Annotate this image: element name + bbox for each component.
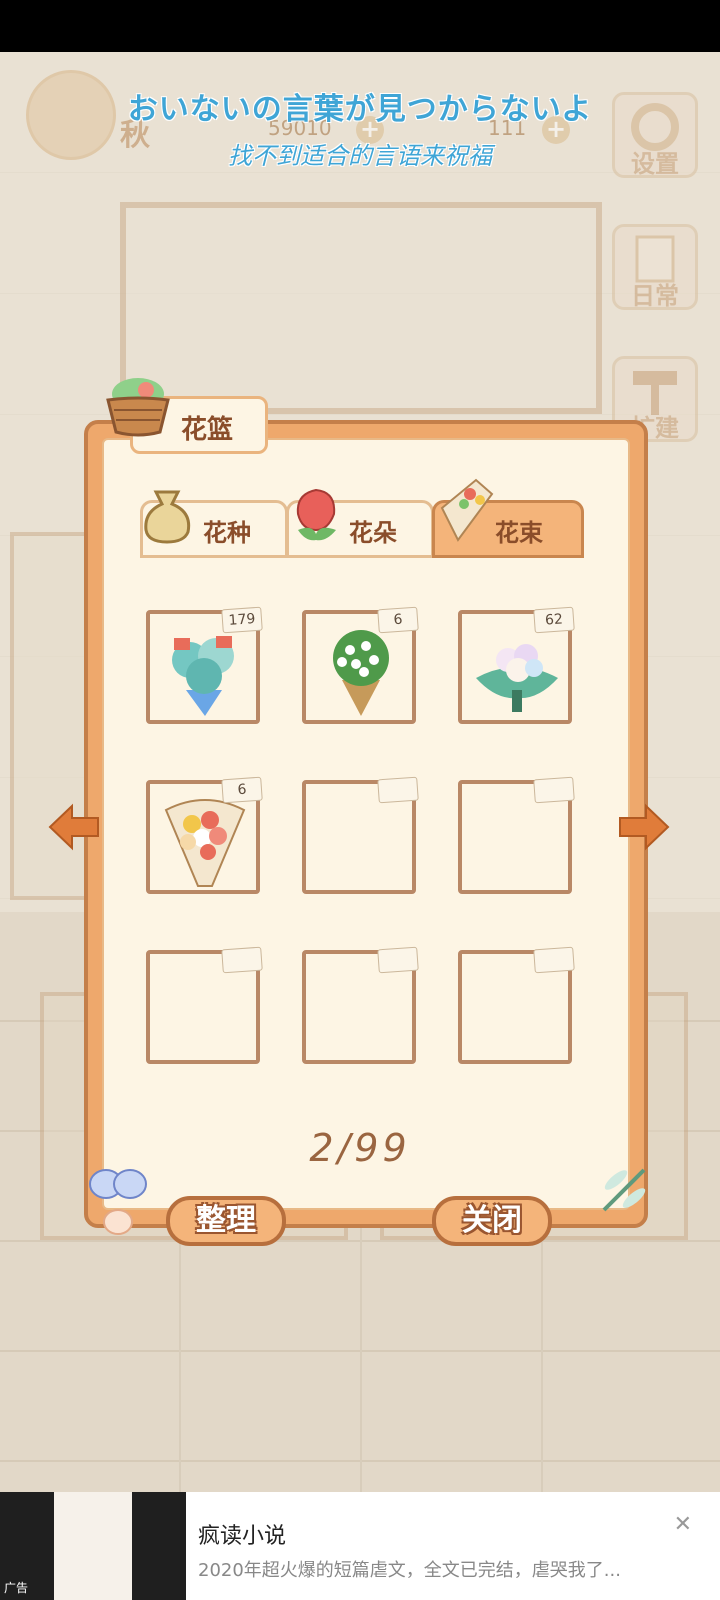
next-page-arrow-icon[interactable]	[614, 800, 674, 854]
butterfly-icon	[89, 1169, 147, 1235]
inventory-slot[interactable]: 6	[146, 776, 263, 894]
item-count	[377, 776, 419, 804]
mixed-rose-bouquet-icon	[164, 799, 246, 887]
white-green-bouquet-icon	[333, 630, 389, 716]
inventory-slot-empty[interactable]	[458, 776, 575, 894]
ad-tag: 广告	[4, 1581, 29, 1595]
inventory-slot-empty[interactable]	[302, 776, 419, 894]
inventory-slot[interactable]: 179	[146, 606, 263, 724]
close-button[interactable]: 关闭	[432, 1196, 552, 1246]
tab-seeds-label: 花种	[203, 519, 251, 547]
inventory-slot-empty[interactable]	[146, 946, 263, 1064]
item-count	[221, 946, 263, 974]
status-bar	[0, 0, 720, 52]
ad-close-icon[interactable]: ✕	[674, 1512, 692, 1537]
ad-description[interactable]: 2020年超火爆的短篇虐文，全文已完结，虐哭我了...	[198, 1556, 621, 1582]
ad-thumbnail-card	[54, 1492, 132, 1600]
sort-button-label: 整理	[196, 1203, 256, 1238]
panel-title: 花篮	[181, 415, 234, 445]
subtitle-chinese: 找不到适合的言语来祝福	[228, 142, 492, 170]
bouquet-icon	[440, 478, 494, 542]
ad-banner[interactable]: 广告 疯读小说 2020年超火爆的短篇虐文，全文已完结，虐哭我了... ✕	[0, 1492, 720, 1600]
inventory-slot[interactable]: 62	[458, 606, 575, 724]
background-shelf	[120, 202, 602, 414]
basket-icon	[106, 378, 170, 437]
inventory-slot-empty[interactable]	[302, 946, 419, 1064]
item-count: 6	[221, 776, 263, 804]
sort-button[interactable]: 整理	[166, 1196, 286, 1246]
daily-label: 日常	[631, 282, 679, 310]
tab-flowers-label: 花朵	[349, 519, 397, 547]
inventory-slot-empty[interactable]	[458, 946, 575, 1064]
blue-bouquet-icon	[172, 636, 234, 716]
item-count: 6	[377, 606, 419, 634]
dragonfly-icon	[602, 1168, 646, 1212]
ad-thumbnail[interactable]: 广告	[0, 1492, 186, 1600]
ad-title[interactable]: 疯读小说	[198, 1518, 286, 1550]
rose-icon	[296, 488, 336, 541]
daily-button[interactable]: 日常	[612, 224, 698, 310]
item-count	[533, 946, 575, 974]
close-button-label: 关闭	[462, 1203, 522, 1238]
item-count: 179	[221, 606, 263, 634]
tab-bouquets-label: 花束	[495, 519, 543, 547]
item-count	[533, 776, 575, 804]
item-count	[377, 946, 419, 974]
item-count: 62	[533, 606, 575, 634]
subtitle-japanese: おいないの言葉が見つからないよ	[127, 92, 593, 127]
pastel-bouquet-icon	[476, 644, 558, 712]
inventory-slot[interactable]: 6	[302, 606, 419, 724]
seed-bag-icon	[144, 490, 191, 544]
previous-page-arrow-icon[interactable]	[44, 800, 104, 854]
